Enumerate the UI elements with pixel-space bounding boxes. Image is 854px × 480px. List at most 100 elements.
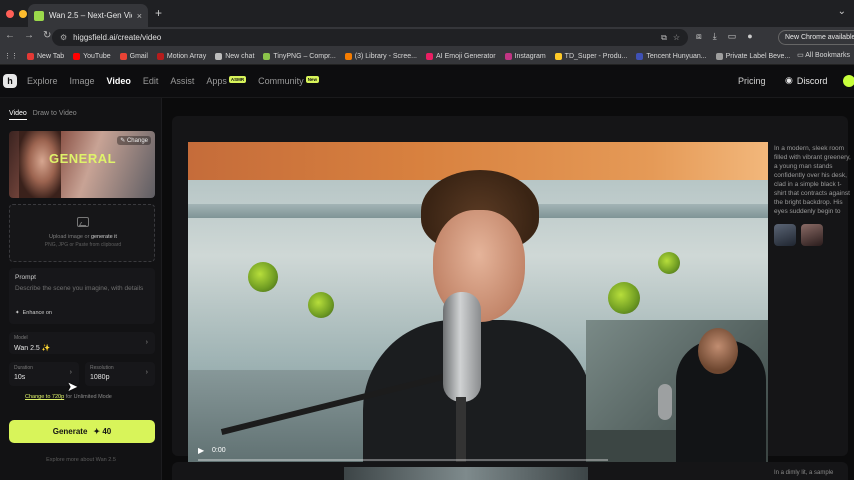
nav-explore[interactable]: Explore — [27, 76, 58, 86]
bookmark-item[interactable]: New Tab — [27, 52, 64, 60]
tab-close-icon[interactable]: × — [137, 11, 142, 21]
all-bookmarks-button[interactable]: ▭ All Bookmarks — [793, 51, 850, 59]
bookmark-favicon-icon — [344, 52, 352, 60]
minimize-window-button[interactable] — [19, 10, 27, 18]
generation-panel: Video Draw to Video GENERAL ✎ Change Upl… — [0, 98, 162, 480]
upload-instructions: Upload image or generate it — [49, 234, 117, 240]
address-bar[interactable]: ⚙ higgsfield.ai/create/video ⧉ ☆ — [52, 29, 688, 46]
gmail-icon — [119, 52, 127, 60]
bookmark-item[interactable]: Private Label Beve... — [715, 52, 790, 60]
prompt-field[interactable]: Prompt Describe the scene you imagine, w… — [9, 268, 155, 324]
prompt-placeholder: Describe the scene you imagine, with det… — [15, 285, 144, 292]
enhance-toggle[interactable]: ✦ Enhance on — [15, 310, 52, 316]
community-badge: New — [305, 76, 319, 83]
bookmark-favicon-icon — [554, 52, 562, 60]
video-scene — [308, 292, 334, 318]
generate-button[interactable]: Generate ✦ 40 — [9, 420, 155, 443]
tab-draw-to-video[interactable]: Draw to Video — [33, 110, 77, 120]
chevron-right-icon: › — [145, 369, 148, 376]
nav-assist[interactable]: Assist — [170, 76, 194, 86]
tab-search-icon[interactable]: ⌄ — [838, 6, 846, 17]
new-tab-button[interactable]: + — [155, 6, 162, 20]
discord-link[interactable]: ◉ Discord — [785, 75, 827, 86]
tab-title: Wan 2.5 – Next-Gen Video w... — [49, 11, 132, 20]
preset-card[interactable]: GENERAL ✎ Change — [9, 131, 155, 198]
nav-edit[interactable]: Edit — [143, 76, 159, 86]
main-nav: Explore Image Video Edit Assist Apps ASMR… — [27, 76, 319, 86]
bookmark-item[interactable]: Gmail — [119, 52, 148, 60]
cast-icon[interactable]: ▭ — [728, 31, 737, 42]
play-icon[interactable]: ▶ — [198, 446, 204, 455]
generate-it-link[interactable]: generate it — [91, 234, 117, 240]
bookmark-favicon-icon — [27, 52, 34, 60]
model-value: Wan 2.5 ✨ — [14, 345, 51, 352]
video-result-card: In a dimly lit, a sample — [172, 462, 848, 480]
avatar[interactable] — [843, 75, 854, 87]
chrome-update-button[interactable]: New Chrome available — [778, 30, 854, 45]
bookmark-item[interactable]: YouTube — [73, 52, 111, 60]
nav-community[interactable]: Community New — [258, 76, 319, 86]
app-header: h Explore Image Video Edit Assist Apps AS… — [0, 65, 854, 98]
bookmark-item[interactable]: AI Emoji Generator — [426, 52, 496, 60]
download-icon[interactable]: ⤓ — [713, 31, 717, 42]
video-result-card: ▶ 0:00 In a modern, sleek room filled wi… — [172, 116, 851, 468]
result-prompt-text: In a dimly lit, a sample — [774, 470, 834, 476]
reference-thumbnail[interactable] — [801, 224, 823, 246]
model-label: Model — [14, 335, 28, 341]
nav-video[interactable]: Video — [107, 76, 131, 86]
resolution-select[interactable]: Resolution 1080p › — [85, 362, 155, 386]
model-select[interactable]: Model Wan 2.5 ✨ › — [9, 332, 155, 354]
magic-wand-icon: ✦ — [15, 310, 20, 316]
reference-thumbnail[interactable] — [774, 224, 796, 246]
explore-more-link[interactable]: Explore more about Wan 2.5 — [0, 457, 162, 463]
instagram-icon — [504, 52, 512, 60]
close-window-button[interactable] — [6, 10, 14, 18]
extension-icon[interactable]: ⧈ — [696, 31, 702, 42]
pricing-link[interactable]: Pricing — [738, 76, 766, 86]
mode-tabs: Video Draw to Video — [9, 110, 77, 120]
bookmark-item[interactable]: TinyPNG – Compr... — [263, 52, 336, 60]
browser-tab[interactable]: Wan 2.5 – Next-Gen Video w... × — [28, 4, 148, 27]
site-info-icon[interactable]: ⚙ — [60, 33, 67, 42]
bookmark-favicon-icon — [156, 52, 164, 60]
bookmark-star-icon[interactable]: ☆ — [673, 33, 680, 42]
duration-label: Duration — [14, 365, 33, 371]
mouse-cursor-icon: ➤ — [67, 379, 78, 394]
video-player[interactable]: ▶ 0:00 — [188, 142, 768, 468]
bookmark-item[interactable]: Motion Array — [156, 52, 206, 60]
video-scene — [608, 282, 640, 314]
result-prompt-text: In a modern, sleek room filled with vibr… — [774, 145, 851, 215]
nav-image[interactable]: Image — [70, 76, 95, 86]
change-to-720p-link[interactable]: Change to 720p — [25, 394, 64, 400]
url-text: higgsfield.ai/create/video — [73, 33, 162, 42]
video-scene — [248, 262, 278, 292]
reload-icon[interactable]: ↻ — [43, 30, 51, 41]
change-resolution-hint: Change to 720p for Unlimited Mode — [25, 394, 112, 400]
profile-icon[interactable]: ● — [747, 31, 752, 42]
tab-video[interactable]: Video — [9, 110, 27, 120]
bookmark-item[interactable]: (3) Library - Scree... — [344, 52, 417, 60]
back-icon[interactable]: ← — [5, 30, 15, 41]
image-icon — [77, 217, 89, 227]
video-progress-bar[interactable] — [198, 459, 608, 461]
bookmarks-bar: ⋮⋮ New Tab YouTube Gmail Motion Array Ne… — [0, 48, 854, 65]
bookmark-item[interactable]: Tencent Hunyuan... — [636, 52, 707, 60]
video-scene — [443, 292, 481, 402]
nav-apps[interactable]: Apps ASMR — [206, 76, 247, 86]
bookmark-item[interactable]: New chat — [215, 52, 254, 60]
bookmark-favicon-icon — [715, 52, 723, 60]
image-upload-dropzone[interactable]: Upload image or generate it PNG, JPG or … — [9, 204, 155, 262]
forward-icon[interactable]: → — [24, 30, 34, 41]
change-preset-button[interactable]: ✎ Change — [117, 136, 151, 145]
install-app-icon[interactable]: ⧉ — [661, 33, 667, 43]
video-thumbnail[interactable] — [344, 467, 588, 480]
apps-grid-icon[interactable]: ⋮⋮ — [4, 52, 18, 60]
credit-cost: ✦ 40 — [93, 427, 112, 436]
upload-formats: PNG, JPG or Paste from clipboard — [44, 242, 122, 248]
discord-icon: ◉ — [785, 75, 793, 85]
bookmark-item[interactable]: Instagram — [504, 52, 546, 60]
higgsfield-logo[interactable]: h — [3, 74, 17, 88]
apps-badge: ASMR — [228, 76, 247, 83]
results-feed: ▶ 0:00 In a modern, sleek room filled wi… — [162, 98, 854, 480]
bookmark-item[interactable]: TD_Super - Produ... — [554, 52, 627, 60]
